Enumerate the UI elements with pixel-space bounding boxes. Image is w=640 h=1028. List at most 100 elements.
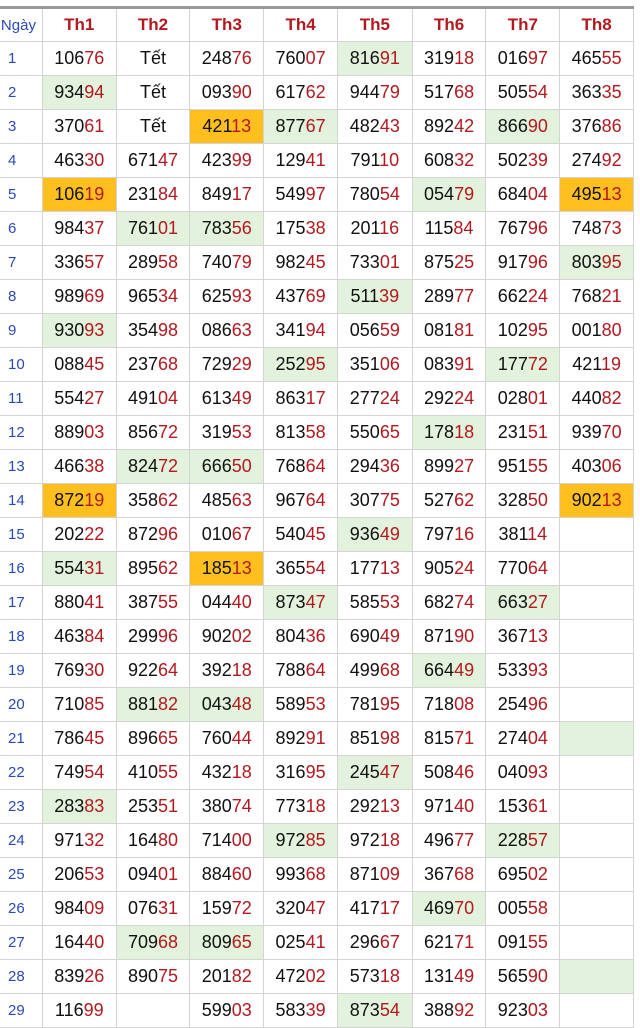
result-cell: [559, 755, 634, 790]
result-prefix: 432: [201, 762, 232, 782]
result-cell: 83926: [41, 959, 117, 994]
result-cell: 89562: [115, 551, 191, 586]
result-cell: 48563: [189, 483, 265, 518]
result-cell: 58553: [336, 585, 413, 620]
result-prefix: 083: [424, 354, 455, 374]
result-suffix: 17: [379, 898, 400, 918]
result-cell: 76044: [189, 721, 265, 756]
result-prefix: 274: [571, 150, 602, 170]
result-prefix: 872: [127, 524, 159, 544]
result-suffix: 13: [601, 490, 622, 510]
result-prefix: 499: [349, 660, 380, 680]
result-cell: 48243: [336, 109, 413, 144]
result-prefix: 159: [201, 898, 232, 918]
result-prefix: 387: [127, 592, 159, 612]
result-suffix: 30: [84, 660, 105, 680]
result-suffix: 47: [305, 898, 326, 918]
result-prefix: 930: [54, 320, 85, 340]
result-cell: 28977: [411, 279, 487, 314]
table-row: 22 74954 41055 43218 31695 24547 50846 04093: [0, 755, 634, 790]
result-prefix: 025: [275, 932, 306, 952]
day-number: 19: [0, 653, 43, 688]
result-suffix: 31: [84, 558, 105, 578]
result-cell: 98969: [41, 279, 117, 314]
result-prefix: 296: [349, 932, 380, 952]
result-prefix: 202: [54, 524, 85, 544]
result-cell: 55065: [336, 415, 413, 450]
result-cell: 42119: [559, 347, 634, 382]
result-suffix: 86: [601, 116, 622, 136]
result-suffix: 19: [84, 184, 105, 204]
result-cell: 97132: [41, 823, 117, 858]
result-prefix: 328: [497, 490, 528, 510]
result-suffix: 93: [84, 320, 105, 340]
result-suffix: 98: [158, 320, 179, 340]
result-cell: 61349: [189, 381, 265, 416]
result-cell: 38755: [115, 585, 191, 620]
result-cell: 73301: [336, 245, 413, 280]
result-cell: 93970: [559, 415, 634, 450]
result-cell: 50554: [485, 75, 561, 110]
day-number: 16: [0, 551, 43, 586]
result-prefix: 094: [127, 864, 159, 884]
day-number: 14: [0, 483, 43, 518]
result-suffix: 17: [231, 184, 252, 204]
result-cell: 09390: [189, 75, 265, 110]
day-number: 25: [0, 857, 43, 892]
table-row: 12 88903 85672 31953 81358 55065 17818 23151 939…: [0, 415, 634, 450]
result-prefix: 381: [498, 524, 528, 544]
result-cell: 81358: [263, 415, 338, 450]
result-cell: 17538: [263, 211, 338, 246]
result-cell: 10676: [41, 41, 117, 76]
result-cell: [559, 891, 634, 926]
result-prefix: 485: [201, 490, 232, 510]
day-number: 8: [0, 279, 43, 314]
result-suffix: 68: [158, 354, 179, 374]
result-prefix: 403: [571, 456, 602, 476]
result-cell: 34194: [263, 313, 338, 348]
result-suffix: 69: [305, 286, 326, 306]
result-cell: 55431: [41, 551, 117, 586]
result-cell: 16480: [115, 823, 191, 858]
result-suffix: 62: [158, 558, 179, 578]
result-prefix: 613: [201, 388, 232, 408]
result-prefix: 319: [424, 48, 455, 68]
result-prefix: 231: [497, 422, 528, 442]
day-number: 28: [0, 959, 43, 994]
day-number: 18: [0, 619, 43, 654]
result-prefix: 417: [349, 898, 380, 918]
result-suffix: 01: [379, 252, 400, 272]
result-suffix: 74: [454, 592, 475, 612]
result-prefix: 803: [571, 252, 602, 272]
result-cell: 92264: [115, 653, 191, 688]
result-suffix: 68: [454, 864, 475, 884]
result-cell: 40306: [559, 449, 634, 484]
result-cell: 70968: [115, 925, 191, 960]
result-cell: 46638: [41, 449, 117, 484]
result-cell: 69049: [336, 619, 413, 654]
day-number: 17: [0, 585, 43, 620]
result-suffix: 47: [305, 592, 326, 612]
result-prefix: 666: [201, 456, 232, 476]
result-cell: 76821: [559, 279, 634, 314]
result-cell: 27492: [559, 143, 634, 178]
result-cell: Tết: [115, 75, 191, 110]
result-prefix: 695: [497, 864, 528, 884]
result-prefix: 749: [54, 762, 85, 782]
result-suffix: 90: [527, 966, 548, 986]
day-number: 24: [0, 823, 43, 858]
result-cell: 36768: [411, 857, 487, 892]
result-suffix: 41: [305, 932, 326, 952]
result-cell: 15361: [485, 789, 561, 824]
result-suffix: 67: [379, 932, 400, 952]
table-row: 17 88041 38755 04440 87347 58553 68274 66327: [0, 585, 634, 620]
result-prefix: 851: [349, 728, 380, 748]
result-cell: 24547: [336, 755, 413, 790]
month-header: Th6: [411, 6, 487, 42]
result-suffix: 45: [305, 524, 326, 544]
table-row: 25 20653 09401 88460 99368 87109 36768 69502: [0, 857, 634, 892]
result-suffix: 13: [601, 184, 622, 204]
result-cell: 69502: [485, 857, 561, 892]
result-cell: 46970: [411, 891, 487, 926]
result-cell: 88041: [41, 585, 117, 620]
